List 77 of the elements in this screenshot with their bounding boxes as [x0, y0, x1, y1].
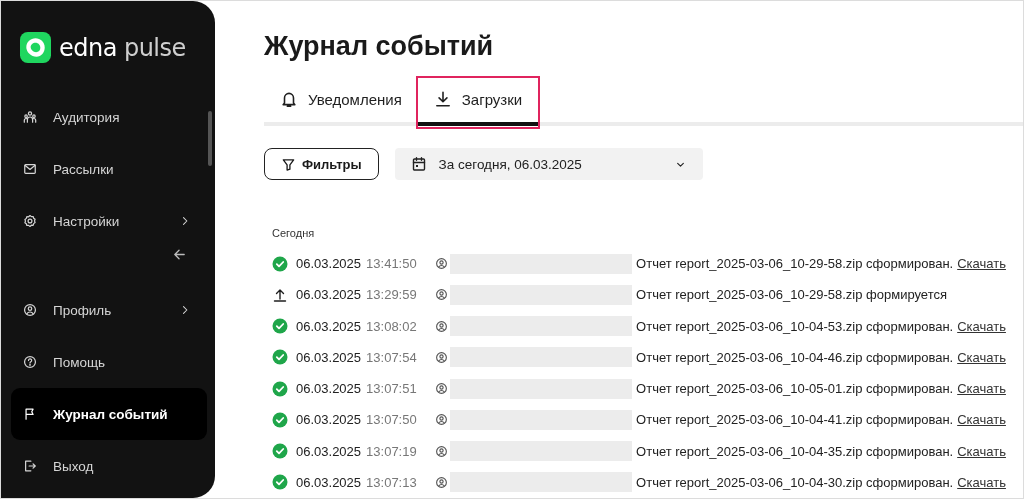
check-circle-icon: [272, 349, 288, 366]
scrollbar-thumb[interactable]: [208, 111, 212, 166]
logo-text: pulse: [123, 33, 186, 62]
sidebar-item[interactable]: Помощь: [11, 336, 207, 388]
logout-icon: [23, 459, 37, 473]
arrow-left-icon: [172, 247, 187, 262]
event-message: Отчет report_2025-03-06_10-04-30.zip сформирован.: [636, 474, 954, 490]
sidebar-item[interactable]: Рассылки: [11, 143, 207, 195]
event-message: Отчет report_2025-03-06_10-29-58.zip формируется: [636, 287, 948, 303]
check-circle-icon: [272, 318, 288, 335]
event-date: 06.03.2025: [296, 474, 362, 490]
filter-button[interactable]: Фильтры: [264, 148, 379, 180]
event-time: 13:07:13: [366, 474, 418, 490]
check-circle-icon: [272, 443, 288, 460]
event-time: 13:07:50: [366, 412, 418, 428]
tab[interactable]: Уведомления: [264, 90, 418, 126]
sidebar-item[interactable]: Выход: [11, 440, 207, 492]
date-range-dropdown[interactable]: За сегодня, 06.03.2025: [394, 148, 703, 180]
user-icon: [435, 382, 449, 396]
event-date: 06.03.2025: [296, 349, 362, 365]
user-icon: [435, 257, 449, 271]
sidebar-item[interactable]: Настройки: [11, 195, 207, 247]
logo-icon: [20, 32, 51, 63]
check-circle-icon: [272, 380, 288, 397]
people-icon: [23, 110, 37, 124]
user-icon: [435, 350, 449, 364]
download-link[interactable]: Скачать: [957, 443, 1006, 459]
event-date: 06.03.2025: [296, 287, 362, 303]
settings-icon: [23, 214, 37, 228]
event-date: 06.03.2025: [296, 256, 362, 272]
event-message: Отчет report_2025-03-06_10-04-41.zip сформирован.: [636, 412, 954, 428]
logo-text: edna: [59, 33, 117, 62]
event-date: 06.03.2025: [296, 443, 362, 459]
event-time: 13:08:02: [366, 318, 418, 334]
check-circle-icon: [272, 255, 288, 272]
group-label: Сегодня: [272, 227, 316, 239]
check-circle-icon: [272, 411, 288, 428]
page-title: Журнал событий: [264, 31, 495, 62]
event-message: Отчет report_2025-03-06_10-04-46.zip сформирован.: [636, 349, 954, 365]
event-time: 13:41:50: [366, 256, 418, 272]
event-date: 06.03.2025: [296, 318, 362, 334]
event-message: Отчет report_2025-03-06_10-05-01.zip сформирован.: [636, 381, 954, 397]
user-icon: [23, 303, 37, 317]
event-time: 13:07:19: [366, 443, 418, 459]
funnel-icon: [281, 156, 296, 172]
event-message: Отчет report_2025-03-06_10-04-53.zip сформирован.: [636, 318, 954, 334]
download-link[interactable]: Скачать: [957, 256, 1006, 272]
download-link[interactable]: Скачать: [957, 381, 1006, 397]
collapse-button[interactable]: [172, 247, 187, 262]
sidebar-item[interactable]: Журнал событий: [11, 388, 207, 440]
sidebar-item[interactable]: Профиль: [11, 284, 207, 336]
user-icon: [435, 319, 449, 333]
download-icon: [433, 90, 452, 108]
user-icon: [435, 413, 449, 427]
event-time: 13:07:51: [366, 381, 418, 397]
envelope-icon: [23, 162, 37, 176]
calendar-icon: [410, 156, 427, 172]
sidebar-item[interactable]: Аудитория: [11, 91, 207, 143]
user-icon: [435, 475, 449, 489]
user-icon: [435, 444, 449, 458]
event-message: Отчет report_2025-03-06_10-04-35.zip сформирован.: [636, 443, 954, 459]
download-link[interactable]: Скачать: [957, 318, 1006, 334]
event-time: 13:07:54: [366, 349, 418, 365]
download-link[interactable]: Скачать: [957, 349, 1006, 365]
flag-icon: [23, 407, 37, 421]
event-time: 13:29:59: [366, 287, 418, 303]
event-date: 06.03.2025: [296, 412, 362, 428]
upload-icon: [272, 286, 288, 303]
check-circle-icon: [272, 474, 288, 491]
tab[interactable]: Загрузки: [417, 90, 539, 126]
user-icon: [435, 288, 449, 302]
download-link[interactable]: Скачать: [957, 412, 1006, 428]
event-date: 06.03.2025: [296, 381, 362, 397]
download-link[interactable]: Скачать: [957, 474, 1006, 490]
help-icon: [23, 355, 37, 369]
bell-icon: [280, 90, 298, 108]
event-message: Отчет report_2025-03-06_10-29-58.zip сформирован.: [636, 256, 954, 272]
